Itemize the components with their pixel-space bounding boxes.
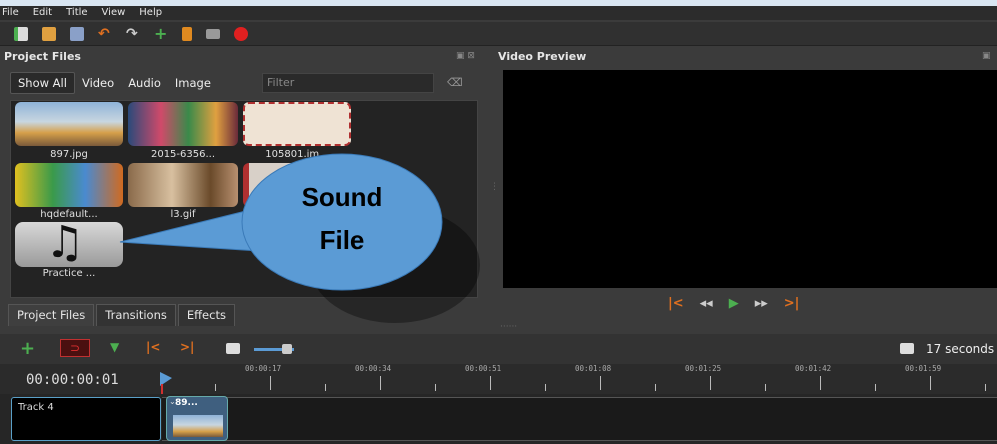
- callout-line-2: File: [319, 225, 365, 255]
- callout-bubble: [241, 153, 443, 291]
- sound-file-callout: [119, 153, 480, 323]
- openshot-window: File Edit Title View Help ↶ ↷ + Project …: [0, 0, 997, 444]
- callout-line-1: Sound: [301, 182, 383, 212]
